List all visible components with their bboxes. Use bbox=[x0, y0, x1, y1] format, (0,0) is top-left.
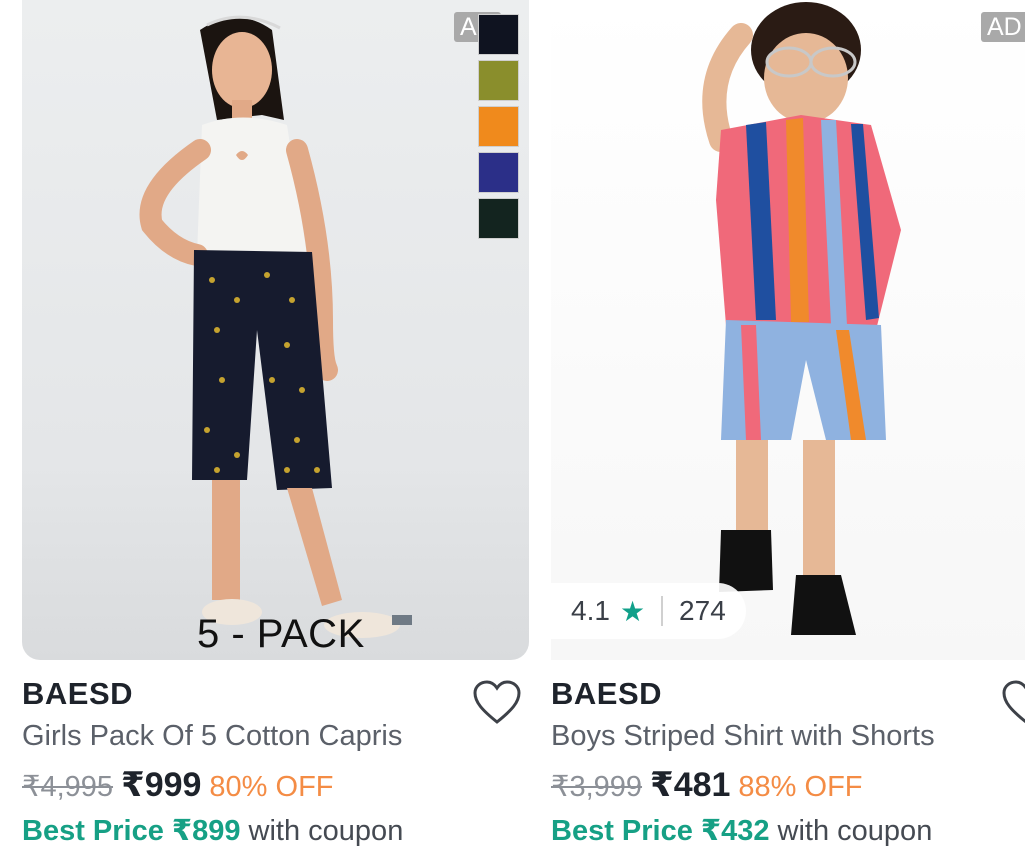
product-image[interactable]: AD bbox=[551, 0, 1025, 660]
swatch-olive[interactable] bbox=[478, 60, 519, 101]
product-title[interactable]: Girls Pack Of 5 Cotton Capris bbox=[22, 720, 529, 753]
pack-label: 5 - PACK bbox=[197, 612, 365, 656]
product-brand: BAESD bbox=[22, 676, 134, 711]
product-info: BAESD Girls Pack Of 5 Cotton Capris ₹4,9… bbox=[22, 676, 529, 848]
best-price: Best Price ₹899 bbox=[22, 815, 241, 847]
mrp-price: ₹3,999 bbox=[551, 771, 643, 803]
swatch-dark-green[interactable] bbox=[478, 198, 519, 239]
product-info: BAESD Boys Striped Shirt with Shorts ₹3,… bbox=[551, 676, 1025, 848]
star-icon: ★ bbox=[619, 595, 646, 627]
product-brand: BAESD bbox=[551, 676, 663, 711]
swatch-navy[interactable] bbox=[478, 14, 519, 55]
swatch-orange[interactable] bbox=[478, 106, 519, 147]
discount-label: 88% OFF bbox=[738, 771, 863, 803]
wishlist-button[interactable] bbox=[472, 680, 522, 731]
rating-value: 4.1 bbox=[571, 595, 610, 626]
best-price-suffix: with coupon bbox=[248, 815, 404, 847]
rating-pill: 4.1 ★ 274 bbox=[551, 583, 746, 639]
price-row: ₹3,999 ₹481 88% OFF bbox=[551, 765, 1025, 805]
product-photo-boy bbox=[702, 2, 901, 635]
selling-price: ₹481 bbox=[650, 766, 731, 804]
selling-price: ₹999 bbox=[121, 766, 202, 804]
swatch-blue[interactable] bbox=[478, 152, 519, 193]
heart-outline-icon bbox=[473, 680, 521, 724]
color-swatches bbox=[478, 14, 519, 244]
best-price: Best Price ₹432 bbox=[551, 815, 770, 847]
best-price-row: Best Price ₹899 with coupon bbox=[22, 813, 529, 848]
best-price-row: Best Price ₹432 with coupon bbox=[551, 813, 1025, 848]
heart-outline-icon bbox=[1002, 680, 1025, 724]
product-photo-girl bbox=[139, 15, 412, 638]
discount-label: 80% OFF bbox=[209, 771, 334, 803]
rating-divider bbox=[661, 596, 664, 626]
rating-count: 274 bbox=[679, 595, 726, 626]
product-title[interactable]: Boys Striped Shirt with Shorts bbox=[551, 720, 1025, 753]
ad-badge: AD bbox=[981, 12, 1025, 42]
wishlist-button[interactable] bbox=[1001, 680, 1025, 731]
product-image[interactable]: AD 5 - PACK bbox=[22, 0, 529, 660]
price-row: ₹4,995 ₹999 80% OFF bbox=[22, 765, 529, 805]
mrp-price: ₹4,995 bbox=[22, 771, 114, 803]
best-price-suffix: with coupon bbox=[777, 815, 933, 847]
